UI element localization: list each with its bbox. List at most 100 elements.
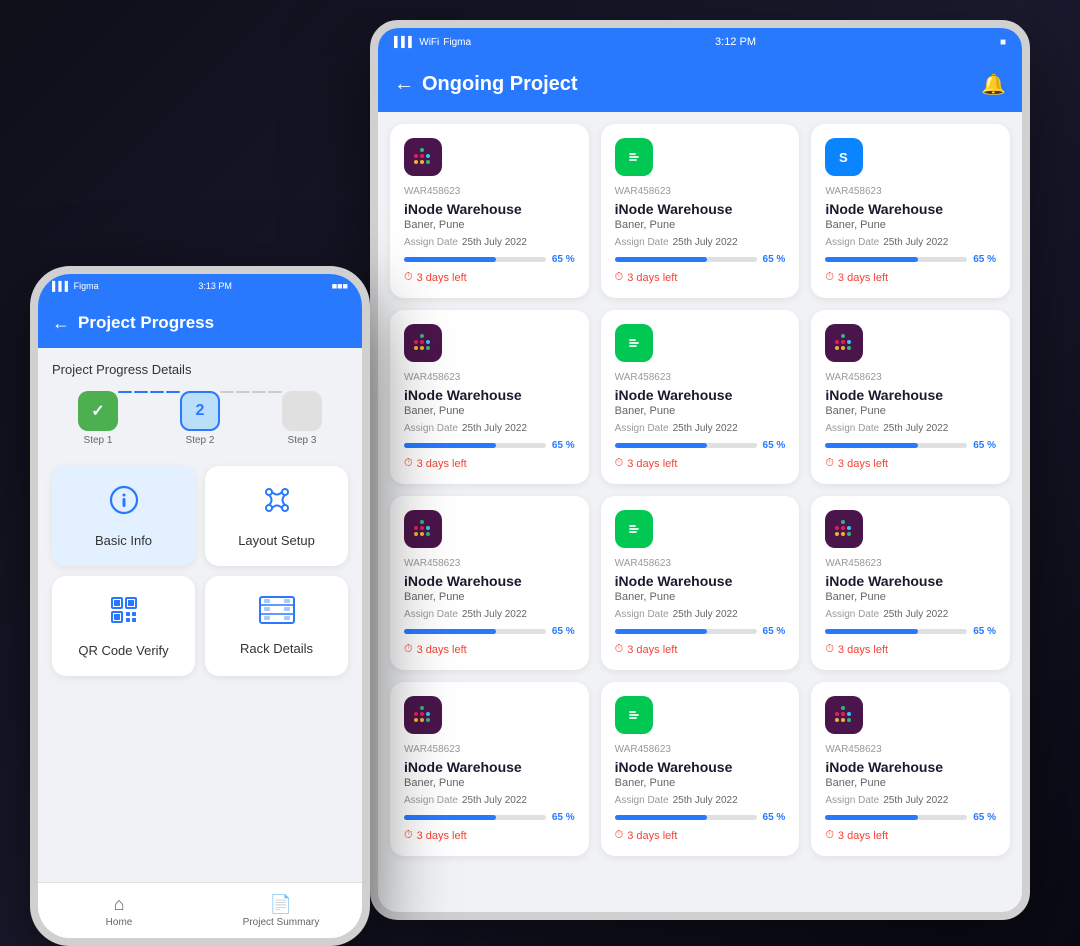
menu-tile-rack-details[interactable]: Rack Details (205, 576, 348, 676)
card-title-3: iNode Warehouse (404, 387, 575, 403)
progress-pct-6: 65 % (552, 626, 575, 637)
svg-text:S: S (839, 150, 848, 165)
card-assign-row-10: Assign Date 25th July 2022 (615, 795, 786, 806)
clock-icon-0: ⏱ (404, 271, 413, 284)
progress-pct-9: 65 % (552, 812, 575, 823)
progress-bg-9 (404, 815, 546, 820)
card-icon-9 (404, 696, 442, 734)
phone-back-button[interactable]: ← (52, 313, 70, 334)
clock-icon-9: ⏱ (404, 829, 413, 842)
days-left-text-7: 3 days left (627, 644, 677, 656)
progress-pct-4: 65 % (763, 440, 786, 451)
progress-bg-0 (404, 257, 546, 262)
tablet-bell-icon[interactable]: 🔔 (981, 72, 1006, 97)
progress-row-11: 65 % (825, 812, 996, 823)
card-location-1: Baner, Pune (615, 219, 786, 231)
clock-icon-5: ⏱ (825, 457, 834, 470)
progress-pct-11: 65 % (973, 812, 996, 823)
clock-icon-6: ⏱ (404, 643, 413, 656)
project-card-11[interactable]: WAR458623 iNode Warehouse Baner, Pune As… (811, 682, 1010, 856)
project-card-5[interactable]: WAR458623 iNode Warehouse Baner, Pune As… (811, 310, 1010, 484)
card-location-10: Baner, Pune (615, 777, 786, 789)
dash-5 (220, 391, 234, 393)
days-left-text-5: 3 days left (838, 458, 888, 470)
days-left-text-6: 3 days left (417, 644, 467, 656)
phone-signal: ▌▌▌ Figma (52, 281, 99, 291)
menu-tile-basic-info[interactable]: Basic Info (52, 466, 195, 566)
card-icon-5 (825, 324, 863, 362)
progress-fill-6 (404, 629, 496, 634)
assign-label-10: Assign Date (615, 795, 669, 806)
card-assign-row-1: Assign Date 25th July 2022 (615, 237, 786, 248)
days-left-1: ⏱ 3 days left (615, 271, 786, 284)
project-card-7[interactable]: WAR458623 iNode Warehouse Baner, Pune As… (601, 496, 800, 670)
project-card-6[interactable]: WAR458623 iNode Warehouse Baner, Pune As… (390, 496, 589, 670)
card-location-0: Baner, Pune (404, 219, 575, 231)
days-left-text-9: 3 days left (417, 830, 467, 842)
project-card-0[interactable]: WAR458623 iNode Warehouse Baner, Pune As… (390, 124, 589, 298)
card-title-1: iNode Warehouse (615, 201, 786, 217)
card-icon-11 (825, 696, 863, 734)
progress-bg-5 (825, 443, 967, 448)
tablet-header: ← Ongoing Project 🔔 (378, 56, 1022, 112)
progress-pct-7: 65 % (763, 626, 786, 637)
card-icon-3 (404, 324, 442, 362)
card-icon-6 (404, 510, 442, 548)
progress-row-5: 65 % (825, 440, 996, 451)
tablet-battery: ■ (1000, 37, 1006, 48)
tablet-back-button[interactable]: ← (394, 73, 414, 96)
project-card-2[interactable]: S WAR458623 iNode Warehouse Baner, Pune … (811, 124, 1010, 298)
days-left-0: ⏱ 3 days left (404, 271, 575, 284)
card-id-11: WAR458623 (825, 744, 996, 755)
assign-date-10: 25th July 2022 (673, 795, 738, 806)
wifi-icon: WiFi (419, 37, 439, 48)
dash-2 (134, 391, 148, 393)
clock-icon-11: ⏱ (825, 829, 834, 842)
phone-content: Project Progress Details ✓ Step 1 2 (38, 348, 362, 882)
project-card-1[interactable]: WAR458623 iNode Warehouse Baner, Pune As… (601, 124, 800, 298)
progress-bg-7 (615, 629, 757, 634)
card-id-8: WAR458623 (825, 558, 996, 569)
card-title-2: iNode Warehouse (825, 201, 996, 217)
menu-grid: Basic Info (52, 466, 348, 676)
nav-project-summary[interactable]: 📄 Project Summary (200, 894, 362, 928)
card-assign-row-7: Assign Date 25th July 2022 (615, 609, 786, 620)
phone-device: ▌▌▌ Figma 3:13 PM ■■■ ← Project Progress… (30, 266, 370, 946)
days-left-5: ⏱ 3 days left (825, 457, 996, 470)
project-card-8[interactable]: WAR458623 iNode Warehouse Baner, Pune As… (811, 496, 1010, 670)
card-title-6: iNode Warehouse (404, 573, 575, 589)
step-dashes-1 (118, 391, 180, 411)
project-card-10[interactable]: WAR458623 iNode Warehouse Baner, Pune As… (601, 682, 800, 856)
assign-date-0: 25th July 2022 (462, 237, 527, 248)
progress-bg-11 (825, 815, 967, 820)
signal-label: Figma (443, 37, 471, 48)
clock-icon-2: ⏱ (825, 271, 834, 284)
card-assign-row-0: Assign Date 25th July 2022 (404, 237, 575, 248)
menu-tile-qr-code[interactable]: QR Code Verify (52, 576, 195, 676)
card-icon-7 (615, 510, 653, 548)
days-left-text-8: 3 days left (838, 644, 888, 656)
card-id-5: WAR458623 (825, 372, 996, 383)
project-card-3[interactable]: WAR458623 iNode Warehouse Baner, Pune As… (390, 310, 589, 484)
step-dashes-2 (220, 391, 282, 411)
layout-setup-label: Layout Setup (238, 533, 315, 548)
project-card-9[interactable]: WAR458623 iNode Warehouse Baner, Pune As… (390, 682, 589, 856)
nav-home[interactable]: ⌂ Home (38, 894, 200, 928)
phone-time: 3:13 PM (198, 281, 232, 291)
progress-bg-2 (825, 257, 967, 262)
progress-fill-4 (615, 443, 707, 448)
progress-bg-4 (615, 443, 757, 448)
card-location-3: Baner, Pune (404, 405, 575, 417)
card-title-5: iNode Warehouse (825, 387, 996, 403)
qr-icon (108, 594, 140, 633)
days-left-4: ⏱ 3 days left (615, 457, 786, 470)
card-title-7: iNode Warehouse (615, 573, 786, 589)
rack-icon (259, 596, 295, 631)
phone-bottom-nav: ⌂ Home 📄 Project Summary (38, 882, 362, 938)
progress-fill-5 (825, 443, 917, 448)
days-left-8: ⏱ 3 days left (825, 643, 996, 656)
project-card-4[interactable]: WAR458623 iNode Warehouse Baner, Pune As… (601, 310, 800, 484)
tablet-signal: ▌▌▌ WiFi Figma (394, 37, 471, 48)
card-id-9: WAR458623 (404, 744, 575, 755)
menu-tile-layout-setup[interactable]: Layout Setup (205, 466, 348, 566)
